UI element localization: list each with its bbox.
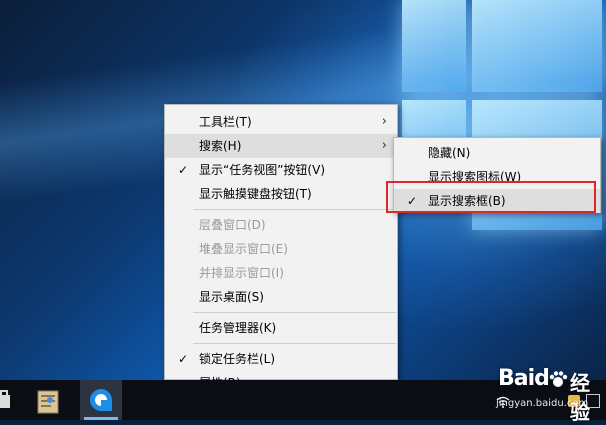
- menu-item-label: 并排显示窗口(I): [199, 266, 284, 280]
- menu-item-label: 显示桌面(S): [199, 290, 264, 304]
- browser-app-icon[interactable]: [80, 380, 122, 420]
- store-icon[interactable]: [0, 384, 22, 418]
- menu-item-show-task-view-button[interactable]: ✓ 显示“任务视图”按钮(V): [165, 158, 397, 182]
- menu-item-label: 显示“任务视图”按钮(V): [199, 163, 326, 177]
- submenu-item-hidden[interactable]: 隐藏(N): [394, 141, 600, 165]
- menu-item-label: 层叠窗口(D): [199, 218, 266, 232]
- menu-item-label: 堆叠显示窗口(E): [199, 242, 288, 256]
- checkmark-icon: ✓: [177, 352, 189, 366]
- checkmark-icon: ✓: [177, 163, 189, 177]
- menu-separator: [193, 343, 396, 344]
- menu-item-label: 搜索(H): [199, 139, 242, 153]
- highlight-annotation-box: [386, 181, 596, 213]
- menu-item-search[interactable]: 搜索(H) ›: [165, 134, 397, 158]
- menu-item-toolbars[interactable]: 工具栏(T) ›: [165, 110, 397, 134]
- submenu-arrow-icon: ›: [381, 114, 387, 129]
- menu-item-label: 锁定任务栏(L): [199, 352, 276, 366]
- menu-item-stack-windows: 堆叠显示窗口(E): [165, 237, 397, 261]
- menu-item-show-touch-keyboard-button[interactable]: 显示触摸键盘按钮(T): [165, 182, 397, 206]
- menu-item-label: 隐藏(N): [428, 146, 471, 160]
- menu-item-label: 显示触摸键盘按钮(T): [199, 187, 312, 201]
- menu-separator: [193, 209, 396, 210]
- watermark-url: jingyan.baidu.com: [496, 398, 589, 409]
- paw-logo-icon: [548, 370, 568, 390]
- menu-item-label: 工具栏(T): [199, 115, 252, 129]
- menu-item-label: 任务管理器(K): [199, 321, 277, 335]
- menu-separator: [193, 312, 396, 313]
- watermark-brand-text: Baid: [498, 366, 550, 391]
- menu-item-cascade-windows: 层叠窗口(D): [165, 213, 397, 237]
- menu-item-lock-taskbar[interactable]: ✓ 锁定任务栏(L): [165, 347, 397, 371]
- submenu-arrow-icon: ›: [381, 138, 387, 153]
- baidu-jingyan-watermark: Baid 经验 jingyan.baidu.com: [476, 362, 606, 424]
- taskbar-context-menu: 工具栏(T) › 搜索(H) › ✓ 显示“任务视图”按钮(V) 显示触摸键盘按…: [164, 104, 398, 385]
- menu-item-side-by-side-windows: 并排显示窗口(I): [165, 261, 397, 285]
- menu-item-task-manager[interactable]: 任务管理器(K): [165, 316, 397, 340]
- notepad-map-icon[interactable]: [30, 384, 66, 418]
- menu-item-show-desktop[interactable]: 显示桌面(S): [165, 285, 397, 309]
